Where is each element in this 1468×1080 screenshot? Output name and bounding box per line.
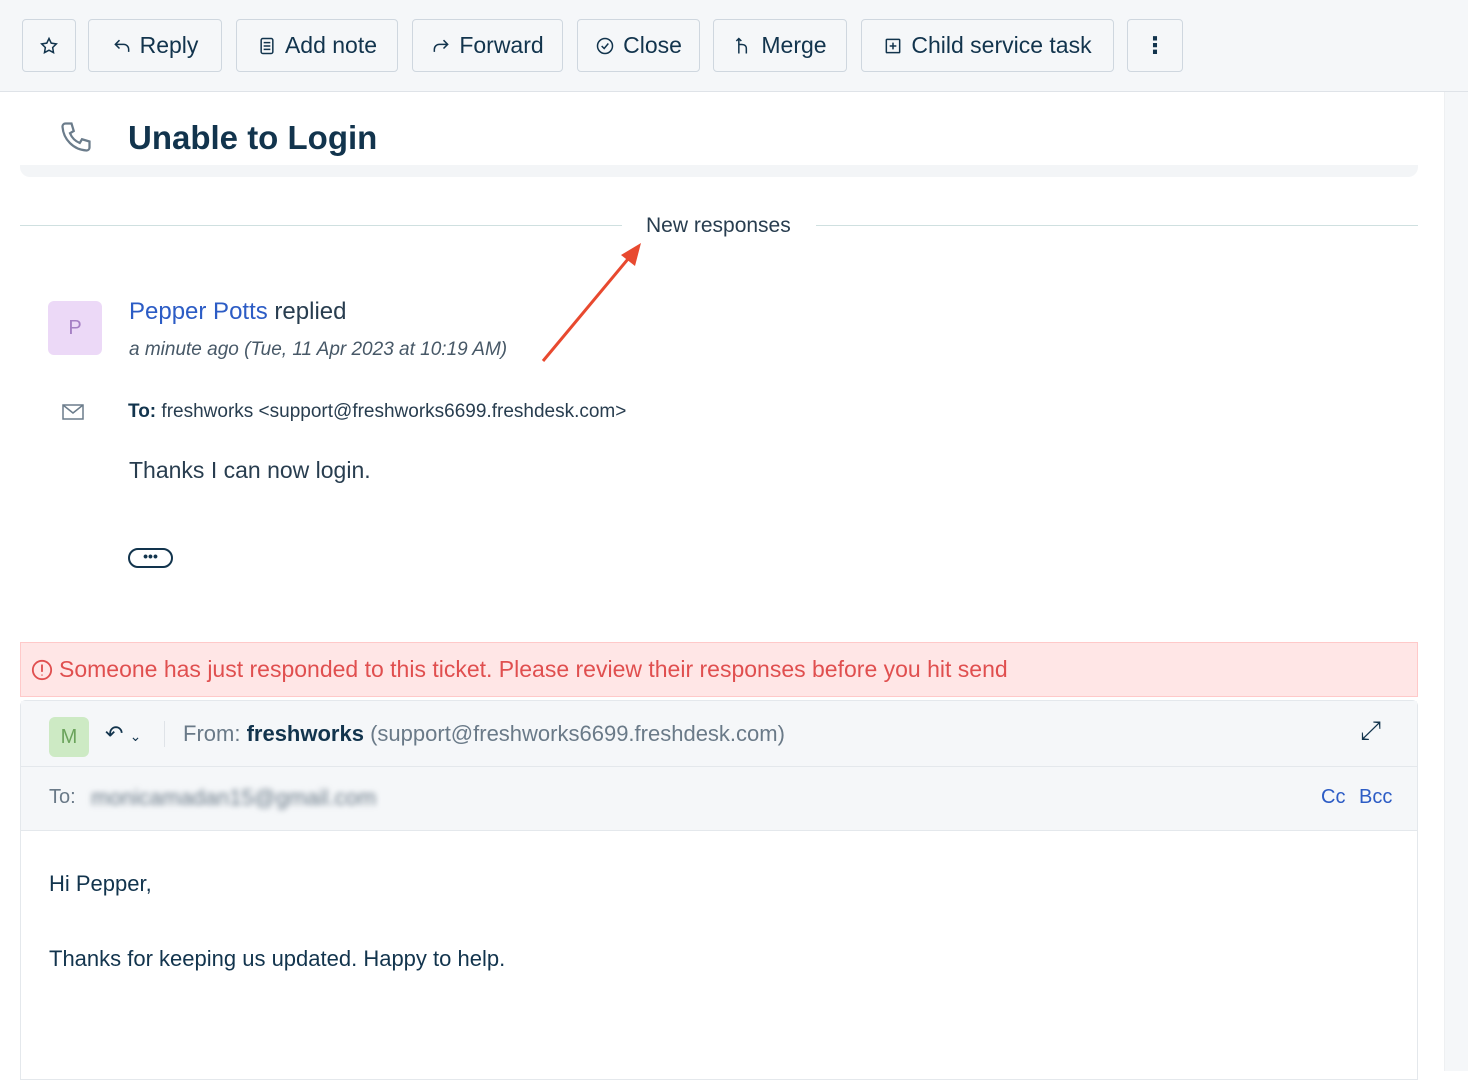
close-button[interactable]: Close bbox=[577, 19, 700, 72]
reply-editor: M ↶ ⌄ From: freshworks (support@freshwor… bbox=[20, 700, 1418, 1080]
note-icon bbox=[260, 37, 274, 54]
alert-icon bbox=[31, 659, 53, 680]
to-label: To: bbox=[128, 401, 157, 422]
add-note-label: Add note bbox=[284, 32, 378, 58]
merge-icon bbox=[736, 36, 748, 53]
close-label: Close bbox=[623, 32, 682, 58]
avatar: P bbox=[48, 301, 102, 355]
from-name: freshworks bbox=[246, 721, 364, 746]
mail-icon bbox=[62, 404, 84, 420]
cc-link[interactable]: Cc bbox=[1321, 786, 1345, 809]
to-label: To: bbox=[49, 786, 76, 808]
reply-button[interactable]: Reply bbox=[88, 19, 222, 72]
annotation-arrow bbox=[541, 243, 641, 362]
response-sender: Pepper Potts replied bbox=[129, 298, 346, 326]
bcc-link[interactable]: Bcc bbox=[1359, 786, 1392, 809]
reply-label: Reply bbox=[139, 32, 199, 58]
plus-square-icon bbox=[885, 38, 901, 53]
to-row: To: monicamadan15@gmail.com Cc Bcc bbox=[21, 767, 1417, 831]
divider-left bbox=[20, 225, 622, 226]
reply-icon bbox=[113, 39, 130, 52]
forward-icon bbox=[433, 39, 450, 52]
response-time: a minute ago (Tue, 11 Apr 2023 at 10:19 … bbox=[129, 339, 508, 360]
merge-label: Merge bbox=[761, 32, 827, 58]
response-body: Thanks I can now login. bbox=[129, 457, 371, 483]
ticket-header: Unable to Login bbox=[20, 95, 1418, 177]
from-label: From: bbox=[183, 721, 241, 746]
from-email: (support@freshworks6699.freshdesk.com) bbox=[370, 721, 785, 746]
show-more-button[interactable]: ••• bbox=[128, 548, 173, 568]
expand-icon[interactable]: ⤢ bbox=[1360, 715, 1381, 747]
scrollbar[interactable] bbox=[1444, 92, 1468, 1071]
phone-icon bbox=[61, 122, 91, 152]
new-responses-label: New responses bbox=[646, 214, 791, 237]
from-field[interactable]: From: freshworks (support@freshworks6699… bbox=[183, 721, 785, 747]
forward-button[interactable]: Forward bbox=[412, 19, 563, 72]
more-options-button[interactable]: ⋮ bbox=[1127, 19, 1183, 72]
alert-text: Someone has just responded to this ticke… bbox=[59, 656, 1008, 682]
ticket-title: Unable to Login bbox=[128, 119, 378, 156]
star-icon bbox=[40, 36, 58, 54]
editor-body[interactable]: Thanks for keeping us updated. Happy to … bbox=[49, 946, 505, 972]
response-recipient: To: freshworks <support@freshworks6699.f… bbox=[128, 401, 626, 423]
to-value: freshworks <support@freshworks6699.fresh… bbox=[161, 401, 627, 422]
add-note-button[interactable]: Add note bbox=[236, 19, 398, 72]
sender-action: replied bbox=[274, 298, 347, 325]
divider-right bbox=[816, 225, 1418, 226]
child-service-task-button[interactable]: Child service task bbox=[861, 19, 1114, 72]
merge-button[interactable]: Merge bbox=[713, 19, 847, 72]
agent-avatar: M bbox=[49, 717, 89, 757]
to-recipient-blurred[interactable]: monicamadan15@gmail.com bbox=[91, 785, 376, 811]
chevron-down-icon: ⌄ bbox=[129, 728, 142, 744]
collision-alert: Someone has just responded to this ticke… bbox=[20, 642, 1418, 697]
child-task-label: Child service task bbox=[911, 32, 1092, 58]
separator bbox=[164, 721, 165, 747]
from-row: M ↶ ⌄ From: freshworks (support@freshwor… bbox=[21, 701, 1417, 767]
reply-icon: ↶ bbox=[105, 721, 124, 746]
star-button[interactable] bbox=[22, 19, 76, 72]
check-circle-icon bbox=[596, 37, 614, 54]
sender-link[interactable]: Pepper Potts bbox=[129, 298, 268, 325]
toolbar: Reply Add note Forward Close Merge Child… bbox=[0, 0, 1468, 92]
forward-label: Forward bbox=[459, 32, 544, 58]
kebab-icon: ⋮ bbox=[1143, 32, 1167, 58]
editor-greeting[interactable]: Hi Pepper, bbox=[49, 871, 152, 897]
reply-type-dropdown[interactable]: ↶ ⌄ bbox=[105, 721, 141, 747]
